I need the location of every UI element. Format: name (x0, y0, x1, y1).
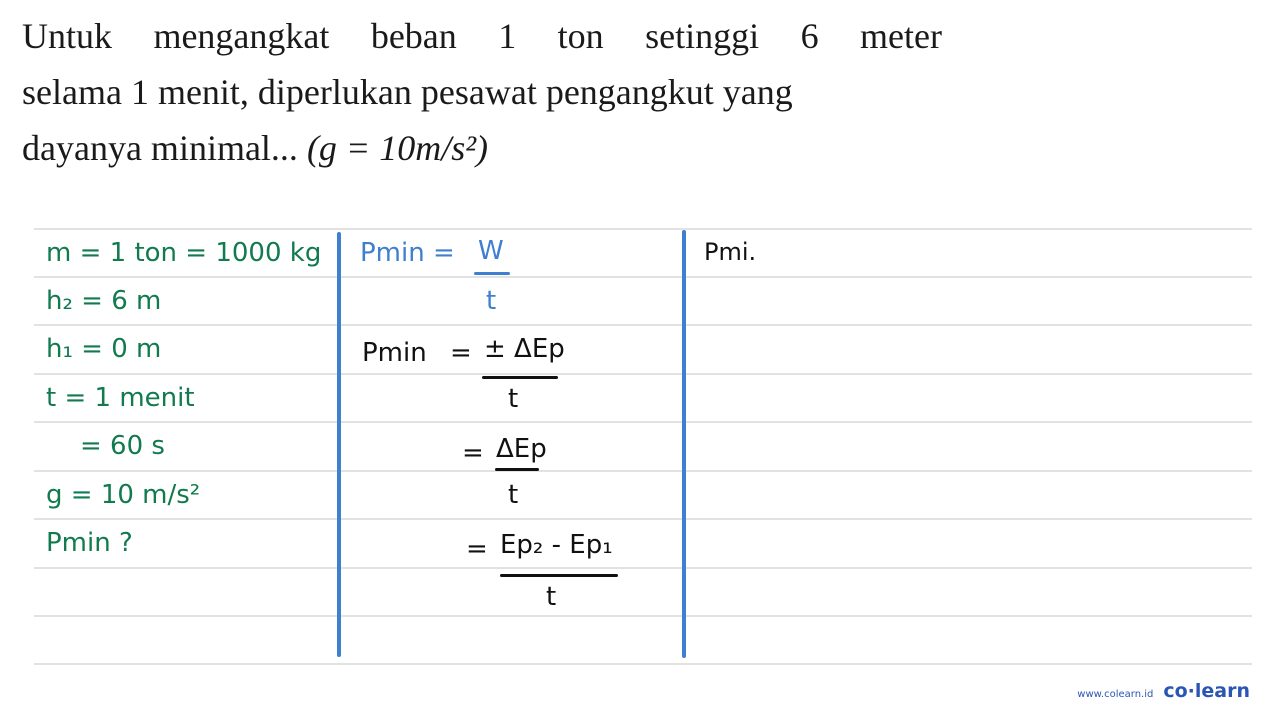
step2-numerator: ± ΔEp (484, 334, 565, 364)
question-line-3: dayanya minimal... (g = 10m/s²) (22, 120, 942, 176)
given-time-seconds: = 60 s (80, 431, 165, 461)
word: 6 (800, 16, 819, 56)
question-text: Untuk mengangkat beban 1 ton setinggi 6 … (22, 8, 942, 176)
word: meter (860, 16, 942, 56)
ruled-line (34, 324, 1252, 326)
step3-numerator: ΔEp (496, 434, 547, 464)
ruled-line (34, 567, 1252, 569)
ruled-line (34, 518, 1252, 520)
step1-numerator: W (478, 236, 504, 266)
fraction-bar (495, 468, 539, 471)
ruled-line (34, 615, 1252, 617)
asked-quantity: Pmin ? (46, 528, 133, 558)
step4-numerator: Ep₂ - Ep₁ (500, 530, 613, 560)
step2-equals: = (450, 338, 472, 368)
word: Untuk (22, 16, 112, 56)
column3-partial: Pmi. (704, 238, 757, 266)
column-divider (337, 232, 341, 657)
ruled-line (34, 421, 1252, 423)
ruled-line (34, 228, 1252, 230)
fraction-bar (500, 574, 618, 577)
ruled-line (34, 276, 1252, 278)
brand-url[interactable]: www.colearn.id (1077, 689, 1153, 700)
question-line-2: selama 1 menit, diperlukan pesawat penga… (22, 72, 793, 112)
given-gravity: g = 10 m/s² (46, 480, 201, 510)
word: setinggi (645, 16, 760, 56)
word: 1 (498, 16, 517, 56)
step4-denominator: t (546, 582, 557, 612)
question-text-tail: dayanya minimal... (22, 128, 298, 168)
step4-equals: = (466, 534, 488, 564)
brand-footer: www.colearn.id co·learn (1077, 680, 1250, 702)
given-h2: h₂ = 6 m (46, 286, 162, 316)
given-h1: h₁ = 0 m (46, 334, 162, 364)
fraction-bar (474, 272, 510, 275)
ruled-line (34, 373, 1252, 375)
step3-equals: = (462, 438, 484, 468)
given-time: t = 1 menit (46, 383, 195, 413)
ruled-line (34, 663, 1252, 665)
word: beban (370, 16, 457, 56)
step1-denominator: t (486, 286, 497, 316)
fraction-bar (482, 376, 558, 379)
step2-denominator: t (508, 384, 519, 414)
word: ton (557, 16, 604, 56)
word: mengangkat (153, 16, 330, 56)
step2-lhs: Pmin (362, 338, 427, 368)
question-line-1: Untuk mengangkat beban 1 ton setinggi 6 … (22, 8, 942, 64)
step1-lhs: Pmin = (360, 238, 455, 268)
ruled-line (34, 470, 1252, 472)
given-mass: m = 1 ton = 1000 kg (46, 238, 322, 268)
step3-denominator: t (508, 480, 519, 510)
column-divider (682, 230, 686, 658)
brand-logo: co·learn (1163, 680, 1250, 702)
gravity-given: (g = 10m/s²) (306, 128, 489, 168)
